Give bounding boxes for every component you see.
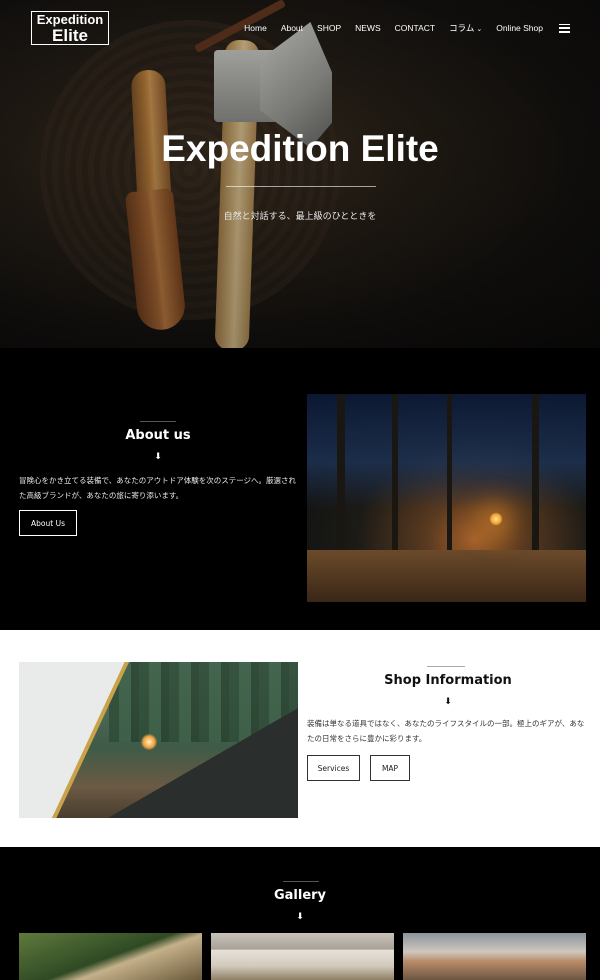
hero-title: Expedition Elite [161,128,439,169]
arrow-down-icon: ⬇ [154,452,162,462]
map-button[interactable]: MAP [370,755,410,781]
logo-line-1: Expedition [36,11,104,27]
shop-section: Shop Information ⬇ 装備は単なる道具ではなく、あなたのライフス… [0,630,600,847]
gallery-title: Gallery [273,888,327,903]
about-section: About us ⬇ 冒険心をかき立てる装備で、あなたのアウトドア体験を次のステ… [0,348,600,630]
nav-shop[interactable]: SHOP [317,23,341,33]
logo-line-2: Elite [52,25,88,45]
gallery-image-1[interactable] [19,933,202,980]
gallery-image-3[interactable] [403,933,586,980]
top-navigation: Expedition Elite Home About SHOP NEWS CO… [0,0,600,60]
gallery-image-2[interactable] [211,933,394,980]
gallery-section: Gallery ⬇ [0,847,600,980]
chevron-down-icon: ⌄ [476,26,483,33]
hero-subtitle: 自然と対話する、最上級のひとときを [223,212,377,222]
gallery-divider [283,881,319,882]
main-menu: Home About SHOP NEWS CONTACT コラム ⌄ Online… [244,22,570,34]
campsite-night-photo [307,394,586,602]
shop-description: 装備は単なる道具ではなく、あなたのライフスタイルの一部。極上のギアが、あなたの日… [307,719,585,743]
hamburger-icon[interactable] [559,23,570,33]
shop-divider [427,666,465,667]
shop-title: Shop Information [384,673,512,688]
site-logo[interactable]: Expedition Elite [31,11,109,45]
nav-column-label: コラム [449,23,475,33]
nav-column[interactable]: コラム ⌄ [449,22,482,34]
nav-about[interactable]: About [281,23,303,33]
arrow-down-icon: ⬇ [444,697,452,707]
arrow-down-icon: ⬇ [296,912,304,922]
about-divider [140,421,176,422]
tent-forest-photo [19,662,298,818]
about-title: About us [125,428,191,443]
about-us-button[interactable]: About Us [19,510,77,536]
about-description: 冒険心をかき立てる装備で、あなたのアウトドア体験を次のステージへ。厳選された高級… [19,476,297,500]
hero-divider [226,186,376,187]
services-button[interactable]: Services [307,755,360,781]
nav-contact[interactable]: CONTACT [395,23,435,33]
nav-online-shop[interactable]: Online Shop [496,23,543,33]
nav-news[interactable]: NEWS [355,23,381,33]
nav-home[interactable]: Home [244,23,267,33]
hero-section: Expedition Elite Home About SHOP NEWS CO… [0,0,600,348]
